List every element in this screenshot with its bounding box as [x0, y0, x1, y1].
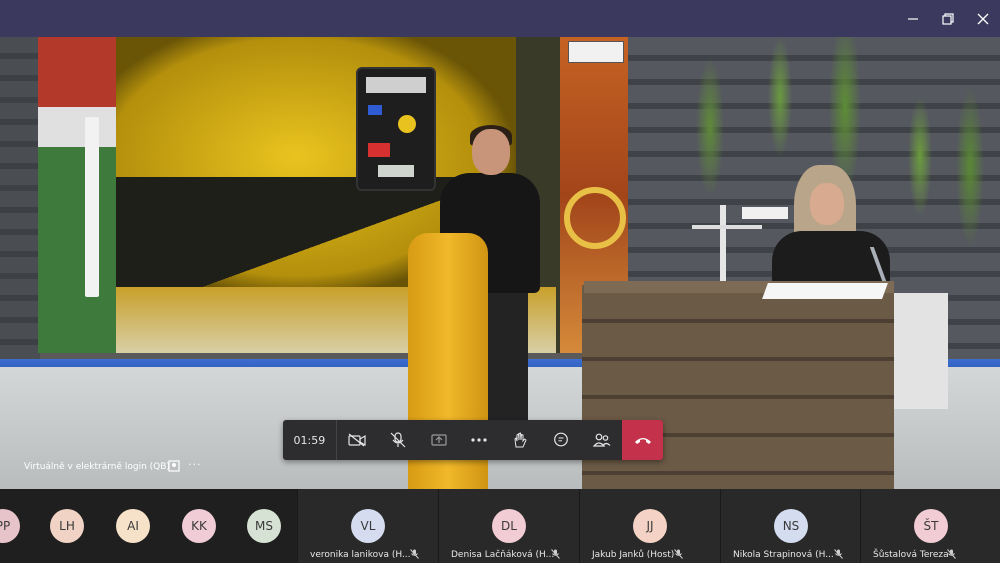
participant-name: Jakub Janků (Host) [592, 550, 675, 560]
participant-tile[interactable]: DL Denisa Lačňáková (H... [438, 489, 579, 563]
raise-hand-icon[interactable] [500, 420, 541, 460]
minimize-icon[interactable] [896, 0, 930, 37]
mic-muted-icon [834, 549, 843, 562]
avatar: NS [774, 509, 808, 543]
restore-icon[interactable] [931, 0, 965, 37]
close-icon[interactable] [966, 0, 1000, 37]
more-actions-icon[interactable] [459, 420, 500, 460]
meeting-name: Virtuálně v elektrárně login (QB) [24, 462, 170, 472]
chat-icon[interactable] [541, 420, 582, 460]
camera-off-icon[interactable] [337, 420, 378, 460]
participant-name: veronika lanikova (H... [310, 550, 411, 560]
avatar[interactable]: KK [182, 509, 216, 543]
mic-off-icon[interactable] [378, 420, 419, 460]
participant-tile[interactable]: JJ Jakub Janků (Host) [579, 489, 720, 563]
participant-name: Nikola Strapinová (H... [733, 550, 834, 560]
valve-wheel [564, 187, 626, 249]
participant-tile[interactable]: VL veronika lanikova (H... [297, 489, 438, 563]
hang-up-icon[interactable] [622, 420, 663, 460]
avatar[interactable]: LH [50, 509, 84, 543]
mic-muted-icon [410, 549, 419, 562]
avatar: ŠT [914, 509, 948, 543]
avatar: DL [492, 509, 526, 543]
desk-papers [762, 283, 888, 299]
mic-muted-icon [947, 549, 956, 562]
avatar[interactable]: AI [116, 509, 150, 543]
call-controls: 01:59 [283, 420, 663, 460]
studio-wall-left [0, 37, 40, 367]
call-timer: 01:59 [283, 420, 337, 460]
participant-name: Šůstalová Tereza [873, 550, 949, 560]
avatar[interactable]: MS [247, 509, 281, 543]
mic-muted-icon [551, 549, 560, 562]
meeting-more-icon[interactable]: ··· [188, 458, 202, 471]
participant-tile[interactable]: NS Nikola Strapinová (H... [720, 489, 861, 563]
screen-sign [568, 41, 624, 63]
screen-left-panel [38, 37, 116, 353]
participant-tile[interactable]: ŠT Šůstalová Tereza [860, 489, 1000, 563]
avatar: VL [351, 509, 385, 543]
mic-muted-icon [674, 549, 683, 562]
screen-toolbar [85, 117, 99, 297]
participants-icon[interactable] [581, 420, 622, 460]
share-tray-icon[interactable] [418, 420, 459, 460]
side-box [888, 293, 948, 409]
participant-card-icon[interactable] [168, 460, 180, 475]
participant-name: Denisa Lačňáková (H... [451, 550, 555, 560]
avatar: JJ [633, 509, 667, 543]
title-bar [0, 0, 1000, 37]
